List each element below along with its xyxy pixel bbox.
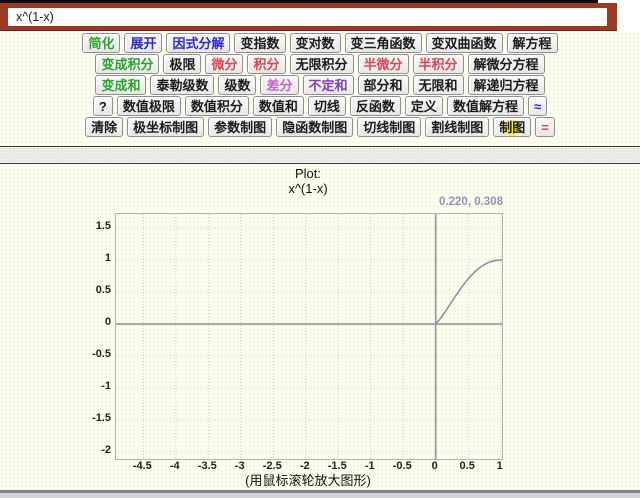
integrate-button[interactable]: 积分 xyxy=(247,54,285,74)
approx-button[interactable]: ≈ xyxy=(528,96,547,116)
toolbar-row-3: 变成和 泰勒级数 级数 差分 不定和 部分和 无限和 解递归方程 xyxy=(0,75,640,95)
toolbar-row-5: 清除 极坐标制图 参数制图 隐函数制图 切线制图 割线制图 制图 = xyxy=(0,117,640,137)
solve-equation-button[interactable]: 解方程 xyxy=(507,33,558,53)
plot-button[interactable]: 制图 xyxy=(493,117,531,137)
y-tick-label: -0.5 xyxy=(92,348,111,360)
implicit-plot-button[interactable]: 隐函数制图 xyxy=(276,117,353,137)
toolbar-row-2: 变成积分 极限 微分 积分 无限积分 半微分 半积分 解微分方程 xyxy=(0,54,640,74)
secant-plot-button[interactable]: 割线制图 xyxy=(425,117,489,137)
y-tick-label: -1.5 xyxy=(92,412,111,424)
taylor-series-button[interactable]: 泰勒级数 xyxy=(150,75,214,95)
y-tick-label: 1.5 xyxy=(96,220,111,232)
equals-button[interactable]: = xyxy=(535,117,555,137)
function-curve xyxy=(436,260,502,324)
expression-input[interactable] xyxy=(8,8,607,26)
numeric-limit-button[interactable]: 数值极限 xyxy=(117,96,181,116)
numeric-sum-button[interactable]: 数值和 xyxy=(253,96,304,116)
y-tick-label: -1 xyxy=(101,380,111,392)
y-tick-label: -2 xyxy=(101,444,111,456)
tangent-plot-button[interactable]: 切线制图 xyxy=(357,117,421,137)
solve-ode-button[interactable]: 解微分方程 xyxy=(468,54,545,74)
to-logarithm-button[interactable]: 变对数 xyxy=(290,33,341,53)
simplify-button[interactable]: 简化 xyxy=(82,33,120,53)
definition-button[interactable]: 定义 xyxy=(405,96,443,116)
bottom-scroll-bar[interactable] xyxy=(0,490,640,498)
to-sum-button[interactable]: 变成和 xyxy=(95,75,146,95)
factor-button[interactable]: 因式分解 xyxy=(166,33,230,53)
plot-canvas[interactable] xyxy=(116,214,502,459)
infinite-sum-button[interactable]: 无限和 xyxy=(413,75,464,95)
parametric-plot-button[interactable]: 参数制图 xyxy=(208,117,272,137)
y-axis-labels: 1.5 1 0.5 0 -0.5 -1 -1.5 -2 xyxy=(40,213,111,458)
differentiate-button[interactable]: 微分 xyxy=(205,54,243,74)
panel-divider[interactable] xyxy=(0,146,640,164)
to-exponential-button[interactable]: 变指数 xyxy=(234,33,285,53)
infinite-integral-button[interactable]: 无限积分 xyxy=(290,54,354,74)
toolbar-row-1: 简化 展开 因式分解 变指数 变对数 变三角函数 变双曲函数 解方程 xyxy=(0,33,640,53)
semi-differentiate-button[interactable]: 半微分 xyxy=(358,54,409,74)
plot-button-label: 制图 xyxy=(499,120,525,135)
indefinite-sum-button[interactable]: 不定和 xyxy=(303,75,354,95)
partial-sum-button[interactable]: 部分和 xyxy=(358,75,409,95)
tangent-button[interactable]: 切线 xyxy=(308,96,346,116)
inverse-function-button[interactable]: 反函数 xyxy=(350,96,401,116)
polar-plot-button[interactable]: 极坐标制图 xyxy=(127,117,204,137)
plot-area[interactable] xyxy=(115,213,503,460)
to-integral-button[interactable]: 变成积分 xyxy=(95,54,159,74)
plot-expression: x^(1-x) xyxy=(115,181,501,196)
y-tick-label: 0.5 xyxy=(96,284,111,296)
y-tick-label: 1 xyxy=(105,252,111,264)
plot-title: Plot: xyxy=(115,166,501,181)
to-hyperbolic-button[interactable]: 变双曲函数 xyxy=(426,33,503,53)
toolbar: 简化 展开 因式分解 变指数 变对数 变三角函数 变双曲函数 解方程 变成积分 … xyxy=(0,33,640,138)
numeric-solve-button[interactable]: 数值解方程 xyxy=(447,96,524,116)
header-area xyxy=(0,0,640,32)
solve-recurrence-button[interactable]: 解递归方程 xyxy=(468,75,545,95)
y-tick-label: 0 xyxy=(105,316,111,328)
help-button[interactable]: ? xyxy=(93,96,113,116)
zoom-hint-caption: (用鼠标滚轮放大图形) xyxy=(115,470,501,489)
expression-input-frame xyxy=(0,3,617,31)
difference-button[interactable]: 差分 xyxy=(260,75,298,95)
numeric-integral-button[interactable]: 数值积分 xyxy=(185,96,249,116)
to-trig-button[interactable]: 变三角函数 xyxy=(345,33,422,53)
cursor-coordinates: 0.220, 0.308 xyxy=(115,196,503,208)
clear-button[interactable]: 清除 xyxy=(85,117,123,137)
semi-integrate-button[interactable]: 半积分 xyxy=(413,54,464,74)
series-button[interactable]: 级数 xyxy=(218,75,256,95)
limit-button[interactable]: 极限 xyxy=(163,54,201,74)
expand-button[interactable]: 展开 xyxy=(124,33,162,53)
toolbar-row-4: ? 数值极限 数值积分 数值和 切线 反函数 定义 数值解方程 ≈ xyxy=(0,96,640,116)
